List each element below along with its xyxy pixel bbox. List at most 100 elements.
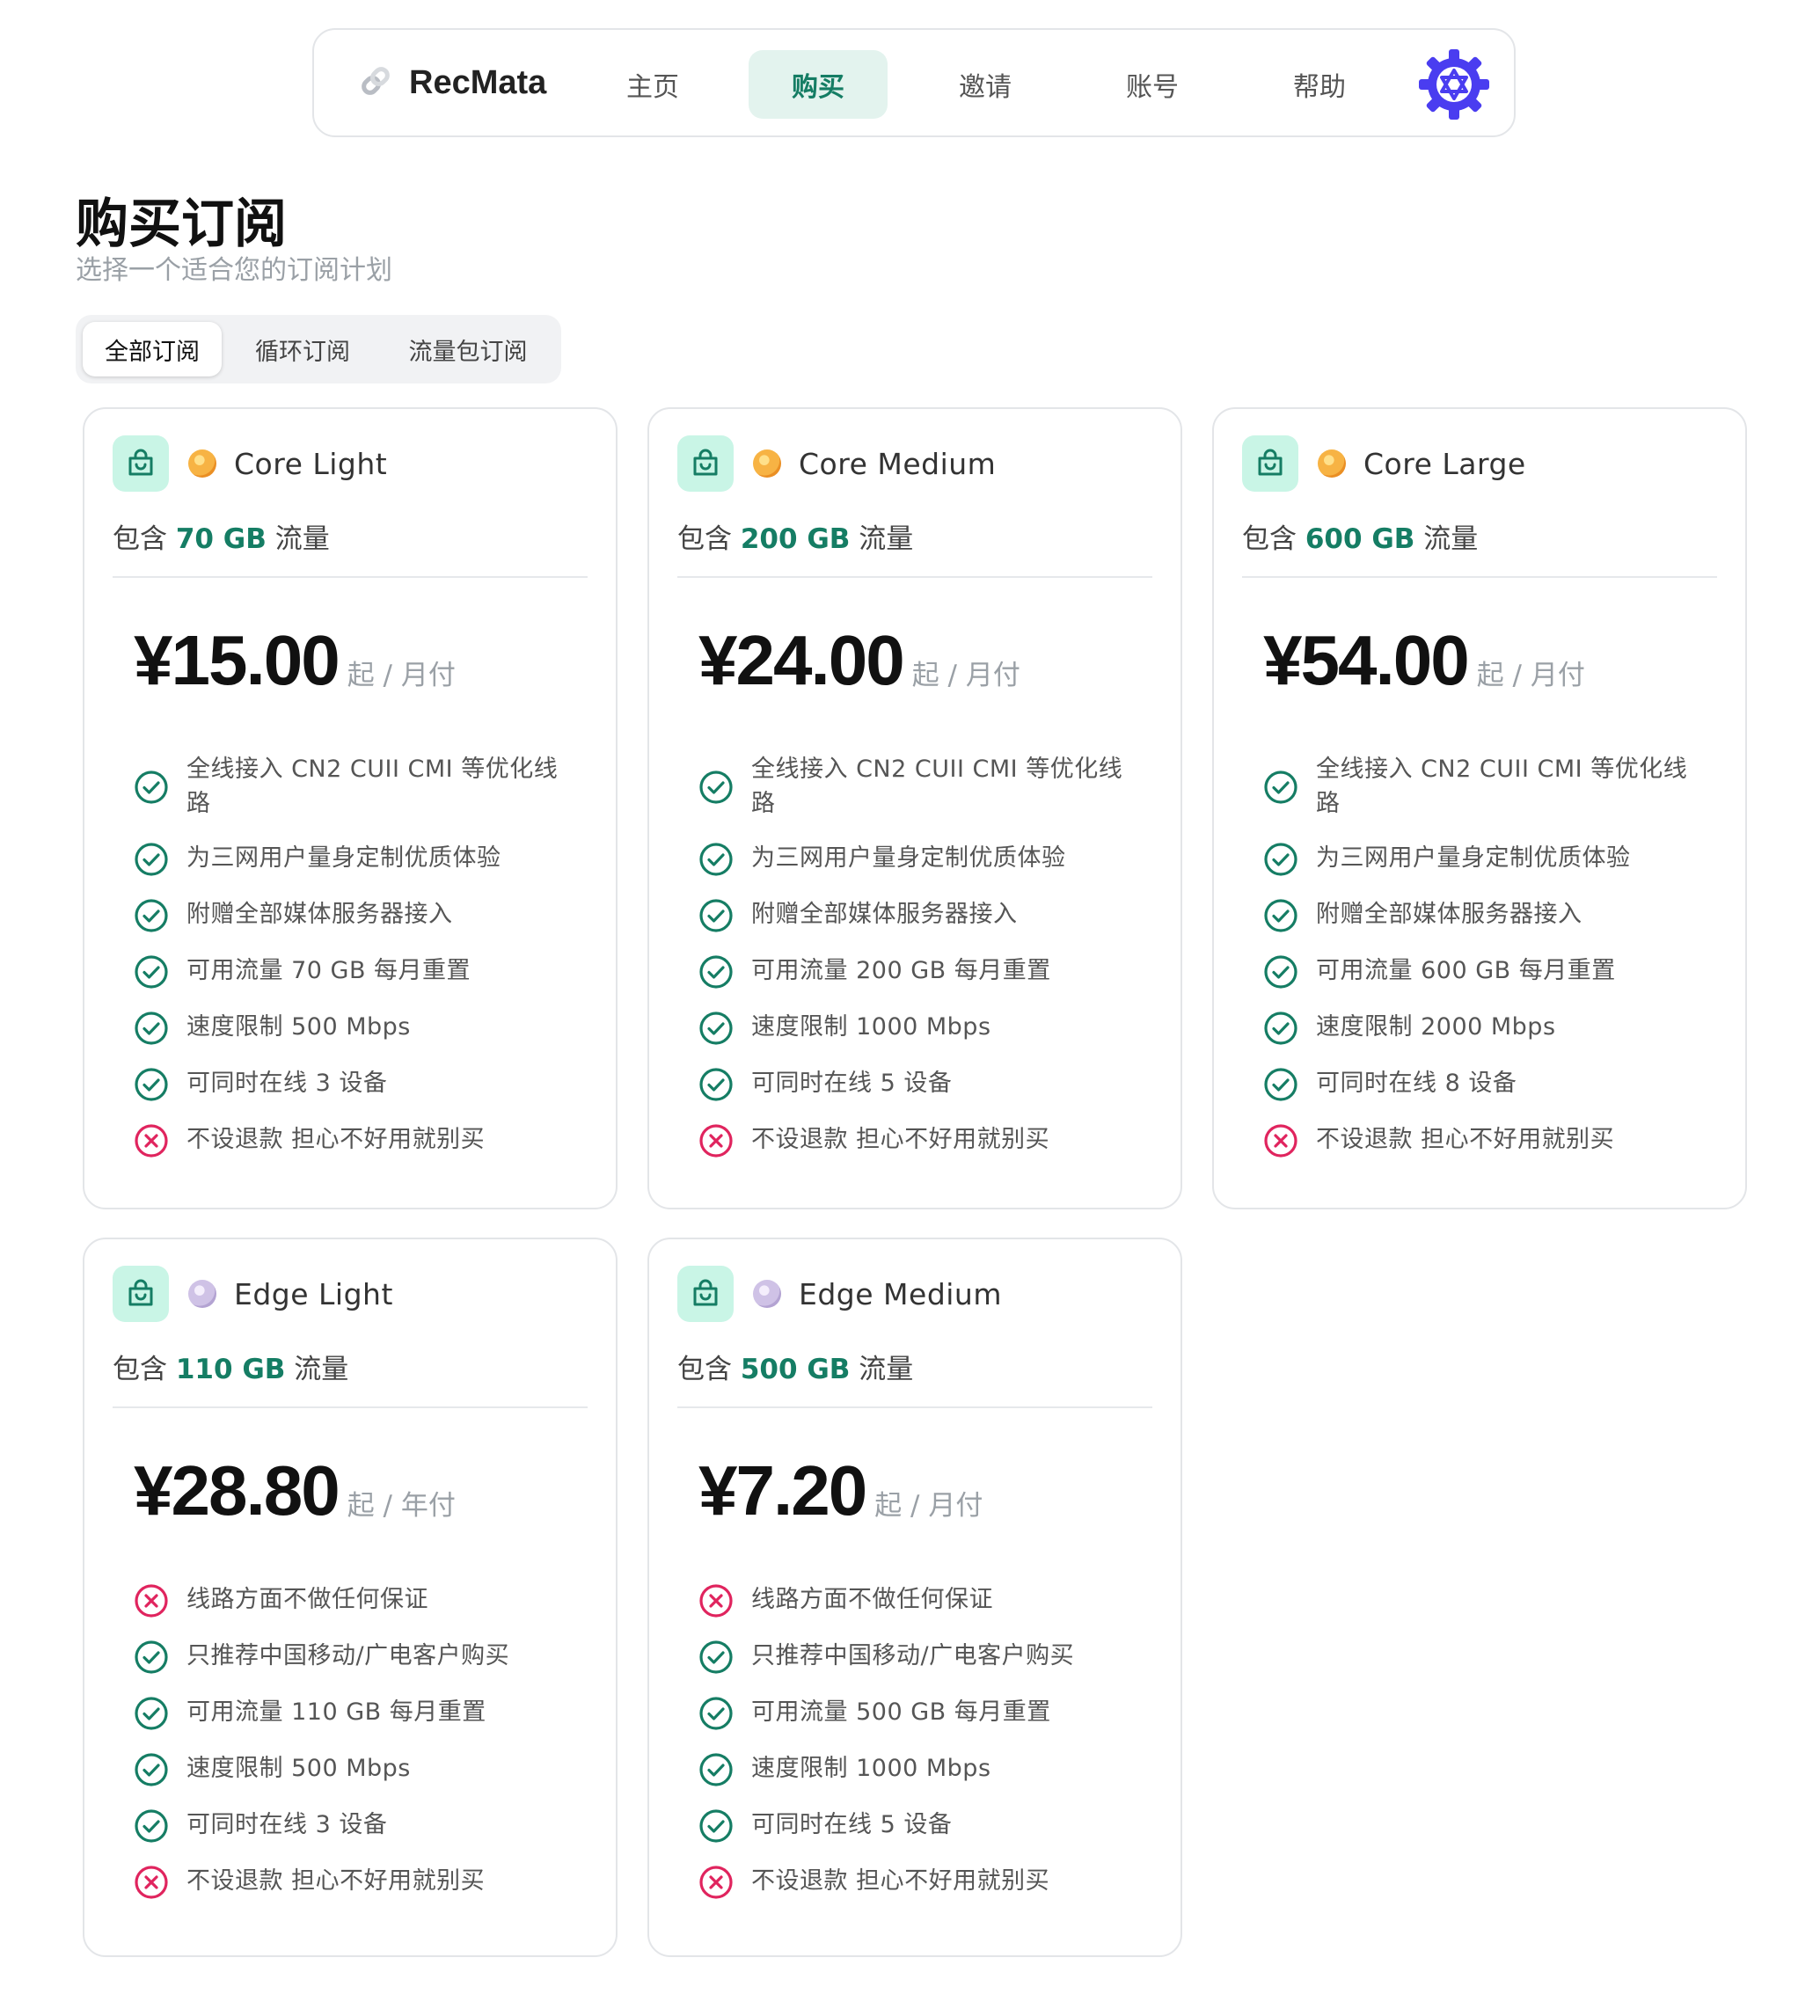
check-circle-icon	[698, 1752, 734, 1787]
nav-item-account[interactable]: 账号	[1083, 50, 1222, 119]
x-circle-icon	[134, 1583, 169, 1618]
feature-item: 可用流量 200 GB 每月重置	[698, 953, 1145, 990]
feature-item: 不设退款 担心不好用就别买	[134, 1864, 581, 1900]
feature-text: 只推荐中国移动/广电客户购买	[751, 1642, 1075, 1669]
feature-text: 速度限制 1000 Mbps	[751, 1755, 991, 1782]
feature-text: 可用流量 70 GB 每月重置	[186, 957, 471, 984]
feature-text: 全线接入 CN2 CUII CMI 等优化线路	[186, 756, 559, 817]
plan-price-unit: 起 / 月付	[874, 1490, 983, 1522]
feature-item: 为三网用户量身定制优质体验	[698, 841, 1145, 877]
feature-item: 可用流量 600 GB 每月重置	[1263, 953, 1710, 990]
settings-gear-icon[interactable]	[1417, 47, 1491, 125]
check-circle-icon	[134, 1808, 169, 1844]
traffic-prefix: 包含	[677, 1354, 732, 1385]
plan-card[interactable]: Edge Medium 包含 500 GB 流量 ¥7.20 起 / 月付 线路方面不做…	[647, 1238, 1182, 1957]
feature-text: 可同时在线 3 设备	[186, 1811, 388, 1838]
plan-card[interactable]: Core Medium 包含 200 GB 流量 ¥24.00 起 / 月付 全线接入 …	[647, 407, 1182, 1209]
feature-text: 线路方面不做任何保证	[186, 1586, 428, 1613]
check-circle-icon	[134, 1011, 169, 1046]
check-circle-icon	[134, 842, 169, 877]
check-circle-icon	[698, 954, 734, 990]
feature-text: 可用流量 600 GB 每月重置	[1316, 957, 1616, 984]
feature-item: 可同时在线 5 设备	[698, 1066, 1145, 1102]
feature-item: 速度限制 1000 Mbps	[698, 1751, 1145, 1787]
plan-price-row: ¥24.00 起 / 月付	[698, 620, 1020, 701]
feature-list: 全线接入 CN2 CUII CMI 等优化线路 为三网用户量身定制优质体验 附赠全部…	[1263, 752, 1710, 1179]
shopping-bag-icon	[677, 435, 734, 492]
plan-name: Core Medium	[799, 446, 997, 481]
feature-text: 不设退款 担心不好用就别买	[186, 1867, 486, 1895]
nav-item-invite[interactable]: 邀请	[916, 50, 1055, 119]
feature-item: 可同时在线 3 设备	[134, 1808, 581, 1844]
check-circle-icon	[1263, 842, 1298, 877]
check-circle-icon	[134, 1752, 169, 1787]
plan-header: Core Medium	[677, 435, 996, 492]
plan-card[interactable]: Edge Light 包含 110 GB 流量 ¥28.80 起 / 年付 线路方面不做…	[83, 1238, 618, 1957]
brand-name: RecMata	[409, 63, 547, 101]
nav-item-buy[interactable]: 购买	[749, 50, 888, 119]
traffic-suffix: 流量	[859, 1354, 914, 1385]
plan-price-row: ¥15.00 起 / 月付	[134, 620, 456, 701]
feature-text: 为三网用户量身定制优质体验	[186, 844, 501, 872]
plan-traffic: 包含 500 GB 流量	[677, 1347, 913, 1386]
x-circle-icon	[698, 1865, 734, 1900]
feature-item: 线路方面不做任何保证	[134, 1582, 581, 1618]
nav-item-help[interactable]: 帮助	[1250, 50, 1389, 119]
traffic-prefix: 包含	[677, 523, 732, 555]
card-divider	[1242, 576, 1717, 578]
feature-text: 为三网用户量身定制优质体验	[751, 844, 1066, 872]
feature-item: 只推荐中国移动/广电客户购买	[698, 1639, 1145, 1675]
traffic-suffix: 流量	[859, 523, 914, 555]
feature-item: 全线接入 CN2 CUII CMI 等优化线路	[134, 752, 581, 821]
shopping-bag-icon	[1242, 435, 1298, 492]
feature-item: 速度限制 2000 Mbps	[1263, 1010, 1710, 1046]
feature-text: 可用流量 200 GB 每月重置	[751, 957, 1051, 984]
nav-item-home[interactable]: 主页	[583, 50, 722, 119]
filter-all[interactable]: 全部订阅	[83, 322, 222, 376]
feature-item: 全线接入 CN2 CUII CMI 等优化线路	[698, 752, 1145, 821]
plan-price-unit: 起 / 月付	[911, 660, 1020, 691]
check-circle-icon	[698, 1808, 734, 1844]
check-circle-icon	[1263, 770, 1298, 805]
check-circle-icon	[134, 954, 169, 990]
check-circle-icon	[698, 1640, 734, 1675]
check-circle-icon	[698, 1011, 734, 1046]
check-circle-icon	[134, 1067, 169, 1102]
x-circle-icon	[134, 1123, 169, 1158]
card-divider	[677, 576, 1152, 578]
feature-text: 不设退款 担心不好用就别买	[751, 1126, 1050, 1153]
plan-price-unit: 起 / 年付	[347, 1490, 456, 1522]
plan-price: ¥54.00	[1263, 621, 1470, 699]
feature-item: 只推荐中国移动/广电客户购买	[134, 1639, 581, 1675]
feature-list: 全线接入 CN2 CUII CMI 等优化线路为三网用户量身定制优质体验 附赠全部…	[134, 752, 581, 1179]
feature-list: 线路方面不做任何保证 只推荐中国移动/广电客户购买 可用流量 500 GB 每月重置…	[698, 1582, 1145, 1920]
feature-text: 附赠全部媒体服务器接入	[1316, 901, 1582, 928]
plan-price-row: ¥28.80 起 / 年付	[134, 1450, 456, 1531]
feature-item: 速度限制 500 Mbps	[134, 1751, 581, 1787]
feature-list: 全线接入 CN2 CUII CMI 等优化线路为三网用户量身定制优质体验 附赠全部…	[698, 752, 1145, 1179]
feature-text: 不设退款 担心不好用就别买	[186, 1126, 486, 1153]
shopping-bag-icon	[113, 435, 169, 492]
feature-item: 附赠全部媒体服务器接入	[1263, 897, 1710, 933]
feature-text: 附赠全部媒体服务器接入	[751, 901, 1018, 928]
feature-text: 全线接入 CN2 CUII CMI 等优化线路	[751, 756, 1123, 817]
feature-text: 附赠全部媒体服务器接入	[186, 901, 453, 928]
check-circle-icon	[1263, 898, 1298, 933]
filter-recurring[interactable]: 循环订阅	[234, 322, 371, 376]
feature-text: 可同时在线 3 设备	[186, 1070, 388, 1097]
plan-traffic: 包含 600 GB 流量	[1242, 516, 1478, 556]
feature-text: 可用流量 500 GB 每月重置	[751, 1698, 1051, 1726]
plan-price: ¥28.80	[134, 1451, 340, 1530]
plan-card[interactable]: Core Large 包含 600 GB 流量 ¥54.00 起 / 月付 全线接入 C…	[1212, 407, 1747, 1209]
feature-item: 附赠全部媒体服务器接入	[698, 897, 1145, 933]
plan-card[interactable]: Core Light 包含 70 GB 流量 ¥15.00 起 / 月付 全线接入 CN…	[83, 407, 618, 1209]
brand[interactable]: RecMata	[358, 30, 546, 135]
feature-item: 速度限制 1000 Mbps	[698, 1010, 1145, 1046]
filter-traffic-pack[interactable]: 流量包订阅	[385, 322, 551, 376]
plan-header: Core Light	[113, 435, 387, 492]
check-circle-icon	[698, 1067, 734, 1102]
check-circle-icon	[134, 1640, 169, 1675]
plan-header: Edge Light	[113, 1266, 393, 1322]
feature-text: 速度限制 2000 Mbps	[1316, 1013, 1556, 1041]
plan-price-row: ¥7.20 起 / 月付	[698, 1450, 983, 1531]
